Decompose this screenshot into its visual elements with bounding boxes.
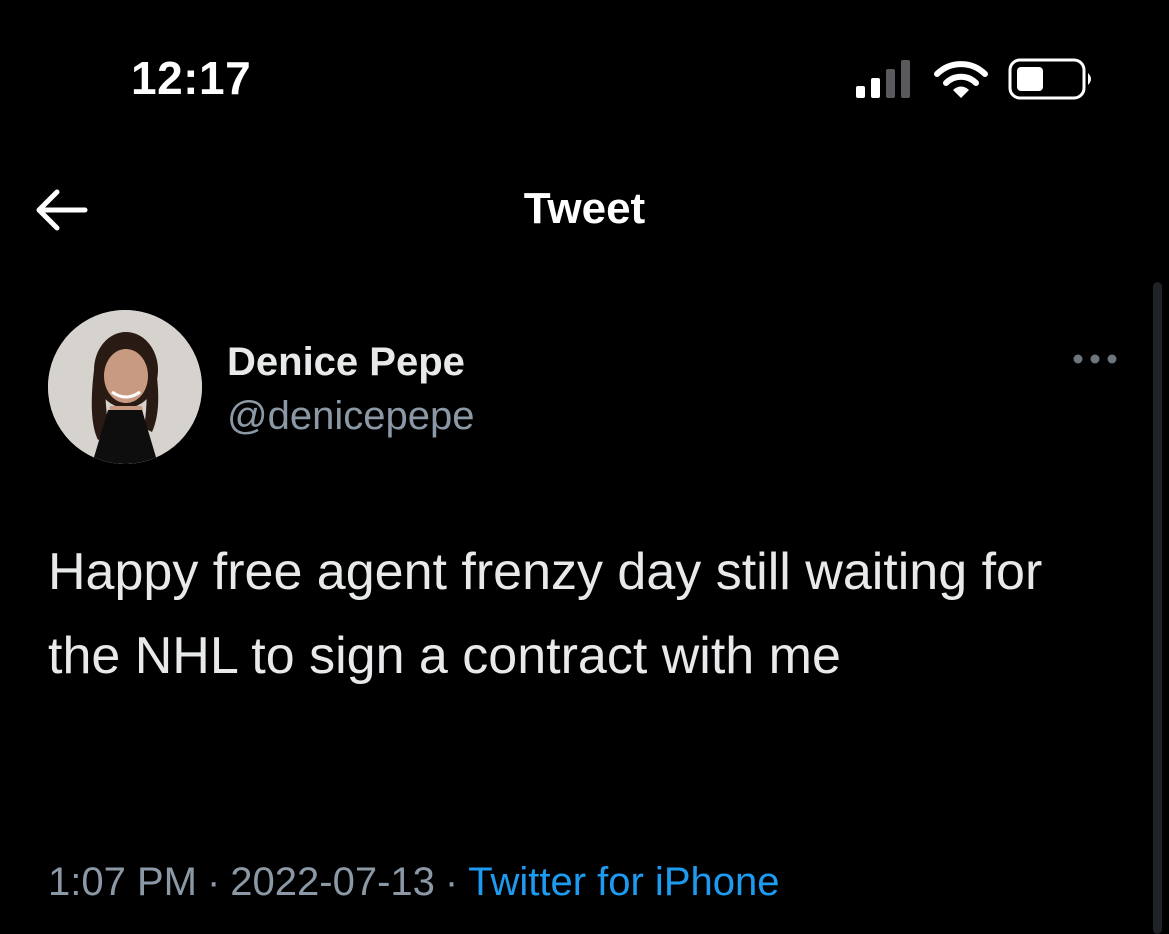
tweet-time: 1:07 PM [48,860,197,904]
author-handle[interactable]: @denicepepe [227,392,474,440]
page-title: Tweet [523,184,646,233]
tweet-detail: Denice Pepe @denicepepe Happy free agent… [0,300,1169,934]
cellular-signal-icon [856,60,910,98]
profile-photo [48,310,202,464]
tweet-date[interactable]: 2022-07-13 [230,860,435,904]
wifi-icon [934,61,988,98]
navigation-bar: Tweet [0,160,1169,260]
avatar[interactable] [48,310,202,464]
battery-icon [1008,58,1091,100]
separator: · [444,860,459,904]
author-name[interactable]: Denice Pepe [227,338,465,386]
tweet-metadata: 1:07 PM · 2022-07-13 · Twitter for iPhone [48,852,779,912]
separator: · [206,860,221,904]
status-time: 12:17 [131,52,252,104]
more-button[interactable] [1068,344,1122,374]
tweet-source-link[interactable]: Twitter for iPhone [468,860,779,904]
more-horizontal-icon [1073,354,1117,364]
tweet-text: Happy free agent frenzy day still waitin… [48,543,1043,685]
status-bar: 12:17 [0,0,1169,130]
